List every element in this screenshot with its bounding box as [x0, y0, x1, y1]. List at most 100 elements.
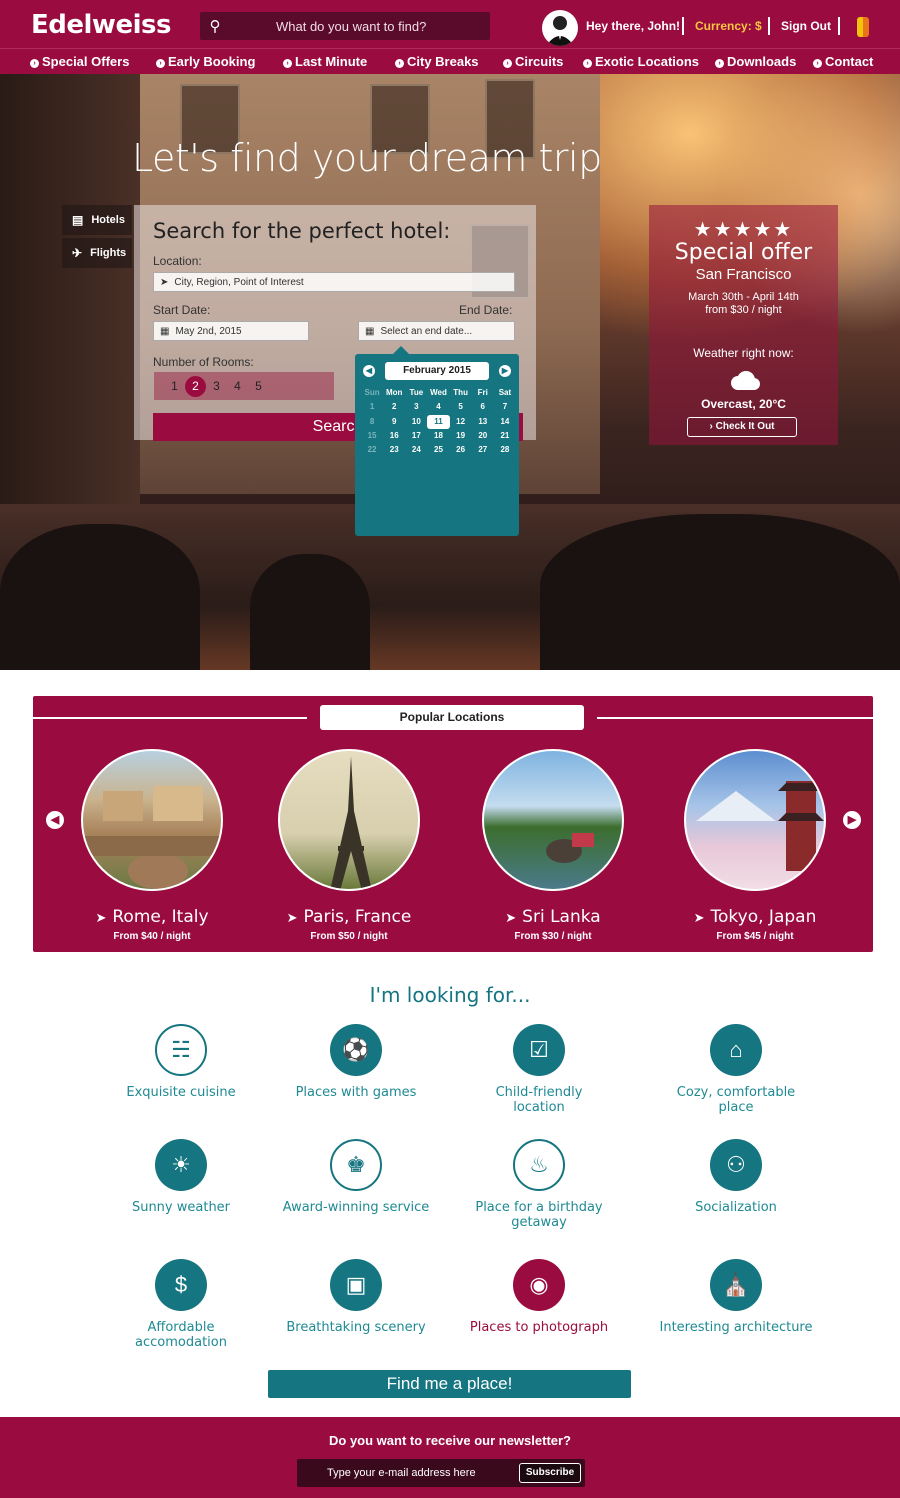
nav-exotic-locations[interactable]: › Exotic Locations	[583, 54, 699, 69]
section-title: Popular Locations	[320, 705, 584, 730]
calendar-day[interactable]: 5	[450, 400, 472, 414]
weekday: Sun	[364, 388, 380, 397]
feature-architecture[interactable]: ⛪ Interesting architecture	[651, 1259, 821, 1335]
avatar[interactable]	[542, 10, 578, 46]
feature-photograph[interactable]: ◉ Places to photograph	[454, 1259, 624, 1335]
next-month-icon[interactable]: ▶	[499, 365, 511, 377]
calendar-day[interactable]: 27	[472, 443, 494, 457]
calendar-day[interactable]: 3	[405, 400, 427, 414]
location-field[interactable]: ➤ City, Region, Point of Interest	[153, 272, 515, 292]
calendar-day[interactable]: 14	[494, 415, 516, 429]
cloud-icon	[731, 371, 760, 390]
month-title: February 2015	[385, 362, 489, 380]
calendar-day[interactable]: 8	[361, 415, 383, 429]
offer-title: Special offer	[674, 240, 813, 265]
calendar-day[interactable]: 19	[450, 429, 472, 443]
location-name-text: Rome, Italy	[112, 907, 209, 927]
special-offer-panel: ★★★★★ Special offer San Francisco March …	[649, 205, 838, 445]
room-option-1[interactable]: 1	[164, 379, 185, 393]
nav-contact[interactable]: › Contact	[813, 54, 873, 69]
tab-flights[interactable]: ✈ Flights	[62, 238, 132, 268]
nav-circuits[interactable]: › Circuits	[503, 54, 563, 69]
calendar-day[interactable]: 20	[472, 429, 494, 443]
start-date-field[interactable]: ▦ May 2nd, 2015	[153, 321, 309, 341]
calendar-day[interactable]: 9	[383, 415, 405, 429]
nav-last-minute[interactable]: › Last Minute	[283, 54, 367, 69]
nav-downloads[interactable]: › Downloads	[715, 54, 796, 69]
feature-award[interactable]: ♚ Award-winning service	[271, 1139, 441, 1215]
room-option-4[interactable]: 4	[227, 379, 248, 393]
location-photo-rome[interactable]	[81, 749, 223, 891]
location-card[interactable]: ➤ Sri Lanka From $30 / night	[458, 749, 648, 942]
popular-locations: Popular Locations ◀ ▶ ➤ Rome, Italy From …	[33, 696, 873, 952]
feature-label: Places with games	[295, 1085, 417, 1100]
calendar-day[interactable]: 24	[405, 443, 427, 457]
calendar-day[interactable]: 6	[472, 400, 494, 414]
newsletter-email-input[interactable]	[307, 1463, 507, 1483]
feature-games[interactable]: ⚽ Places with games	[271, 1024, 441, 1100]
room-option-2[interactable]: 2	[185, 375, 206, 397]
end-date-field[interactable]: ▦ Select an end date...	[358, 321, 515, 341]
location-card[interactable]: ➤ Tokyo, Japan From $45 / night	[660, 749, 850, 942]
calendar-day[interactable]: 21	[494, 429, 516, 443]
search-input[interactable]	[230, 18, 490, 34]
plane-icon: ✈	[72, 246, 83, 260]
calendar-day[interactable]: 16	[383, 429, 405, 443]
calendar-day[interactable]: 15	[361, 429, 383, 443]
language-flag-icon[interactable]	[857, 17, 869, 37]
panel-title: Search for the perfect hotel:	[153, 219, 451, 243]
end-date-label: End Date:	[459, 303, 513, 317]
calendar-day[interactable]: 4	[427, 400, 449, 414]
location-photo-paris[interactable]	[278, 749, 420, 891]
location-placeholder: City, Region, Point of Interest	[174, 276, 304, 288]
tab-hotels[interactable]: ▤ Hotels	[62, 205, 132, 235]
find-place-button[interactable]: Find me a place!	[268, 1370, 631, 1398]
room-option-5[interactable]: 5	[248, 379, 269, 393]
nav-label: Downloads	[727, 54, 797, 69]
room-option-3[interactable]: 3	[206, 379, 227, 393]
feature-socialization[interactable]: ⚇ Socialization	[651, 1139, 821, 1215]
start-date-value: May 2nd, 2015	[175, 325, 242, 337]
calendar-day[interactable]: 12	[450, 415, 472, 429]
calendar-day[interactable]: 13	[472, 415, 494, 429]
feature-birthday[interactable]: ♨ Place for a birthday getaway	[454, 1139, 624, 1230]
calendar-day-today[interactable]: 11	[427, 414, 450, 429]
search-icon[interactable]: ⚲	[200, 17, 230, 35]
nav-label: Contact	[825, 54, 874, 69]
location-card[interactable]: ➤ Rome, Italy From $40 / night	[57, 749, 247, 942]
user-greeting[interactable]: Hey there, John!	[586, 19, 680, 33]
calendar-day[interactable]: 28	[494, 443, 516, 457]
location-card[interactable]: ➤ Paris, France From $50 / night	[254, 749, 444, 942]
check-it-out-button[interactable]: › Check It Out	[687, 417, 797, 437]
calendar-day[interactable]: 22	[361, 443, 383, 457]
calendar-day[interactable]: 7	[494, 400, 516, 414]
calendar-day[interactable]: 2	[383, 400, 405, 414]
calendar-day[interactable]: 25	[427, 443, 449, 457]
crowd-silhouette	[250, 554, 370, 670]
calendar-day[interactable]: 10	[405, 415, 427, 429]
sign-out-link[interactable]: Sign Out	[781, 19, 831, 33]
prev-month-icon[interactable]: ◀	[363, 365, 375, 377]
currency-selector[interactable]: Currency: $	[695, 19, 762, 33]
nav-city-breaks[interactable]: › City Breaks	[395, 54, 479, 69]
location-name: ➤ Tokyo, Japan	[660, 907, 850, 927]
feature-sunny[interactable]: ☀ Sunny weather	[96, 1139, 266, 1215]
calendar-day[interactable]: 1	[361, 400, 383, 414]
feature-child-friendly[interactable]: ☑ Child-friendly location	[454, 1024, 624, 1115]
feature-affordable[interactable]: $ Affordable accomodation	[96, 1259, 266, 1350]
calendar-day[interactable]: 17	[405, 429, 427, 443]
calendar-day[interactable]: 23	[383, 443, 405, 457]
calendar-day[interactable]: 18	[427, 429, 449, 443]
feature-cozy[interactable]: ⌂ Cozy, comfortable place	[651, 1024, 821, 1115]
location-photo-sri-lanka[interactable]	[482, 749, 624, 891]
search-box[interactable]: ⚲	[200, 12, 490, 40]
location-photo-tokyo[interactable]	[684, 749, 826, 891]
nav-early-booking[interactable]: › Early Booking	[156, 54, 255, 69]
feature-cuisine[interactable]: ☵ Exquisite cuisine	[96, 1024, 266, 1100]
subscribe-button[interactable]: Subscribe	[519, 1463, 581, 1483]
feature-scenery[interactable]: ▣ Breathtaking scenery	[271, 1259, 441, 1335]
location-name: ➤ Sri Lanka	[458, 907, 648, 927]
calendar-day[interactable]: 26	[450, 443, 472, 457]
logo[interactable]: Edelweiss	[31, 10, 171, 40]
nav-special-offers[interactable]: › Special Offers	[30, 54, 129, 69]
